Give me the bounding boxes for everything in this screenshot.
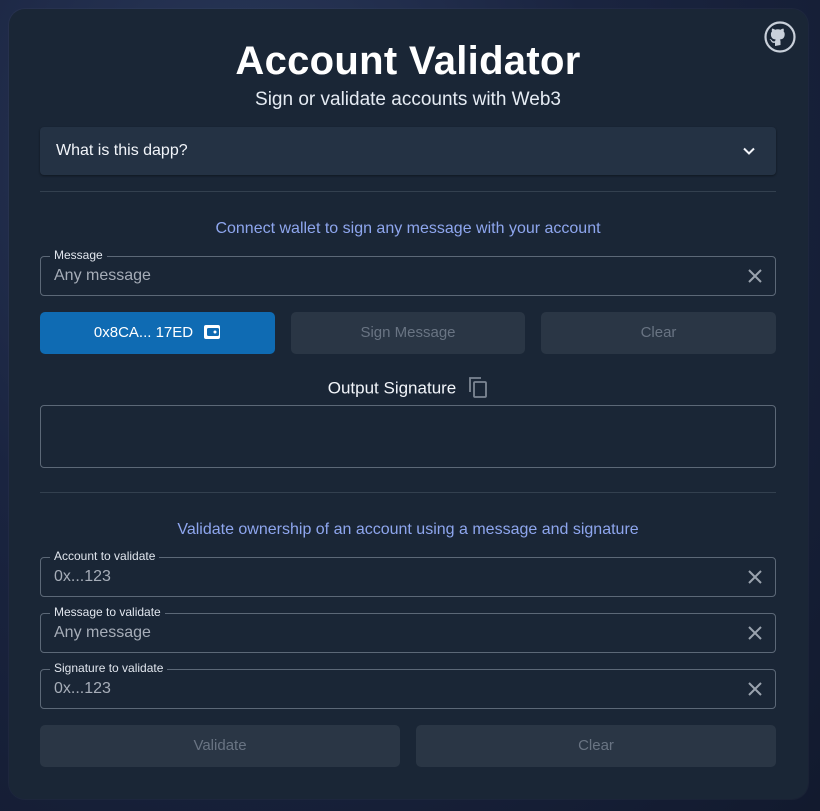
section-divider	[40, 492, 776, 493]
message-input[interactable]: Any message	[54, 267, 151, 285]
account-field[interactable]: Account to validate 0x...123	[40, 549, 776, 597]
output-signature-label: Output Signature	[327, 378, 457, 398]
faq-accordion[interactable]: What is this dapp?	[40, 127, 776, 175]
wallet-button[interactable]: 0x8CA... 17ED	[40, 312, 275, 354]
clear-icon[interactable]	[747, 268, 763, 284]
wallet-icon	[204, 325, 221, 340]
message-field-label: Message	[50, 248, 107, 262]
chevron-down-icon	[743, 147, 755, 155]
validate-message-field-label: Message to validate	[50, 605, 165, 619]
clear-icon[interactable]	[747, 681, 763, 697]
wallet-button-label: 0x8CA... 17ED	[93, 324, 194, 341]
validate-hint: Validate ownership of an account using a…	[177, 521, 639, 538]
validate-clear-button[interactable]: Clear	[416, 725, 776, 767]
clear-icon[interactable]	[747, 625, 763, 641]
account-input[interactable]: 0x...123	[54, 568, 111, 586]
clear-icon[interactable]	[747, 569, 763, 585]
output-signature-box[interactable]	[40, 405, 776, 468]
signature-field-label: Signature to validate	[50, 661, 168, 675]
sign-clear-button[interactable]: Clear	[541, 312, 776, 354]
page-title: Account Validator	[235, 39, 581, 83]
output-signature-heading: Output Signature	[0, 376, 816, 400]
signature-field[interactable]: Signature to validate 0x...123	[40, 661, 776, 709]
copy-icon[interactable]	[468, 376, 488, 398]
account-field-label: Account to validate	[50, 549, 160, 563]
message-field[interactable]: Message Any message	[40, 248, 776, 296]
sign-message-button[interactable]: Sign Message	[291, 312, 525, 354]
section-divider	[40, 191, 776, 192]
signature-input[interactable]: 0x...123	[54, 680, 111, 698]
validate-message-field[interactable]: Message to validate Any message	[40, 605, 776, 653]
faq-label: What is this dapp?	[56, 142, 188, 159]
validate-button[interactable]: Validate	[40, 725, 400, 767]
sign-hint: Connect wallet to sign any message with …	[215, 220, 601, 237]
validate-message-input[interactable]: Any message	[54, 624, 151, 642]
page-subtitle: Sign or validate accounts with Web3	[255, 89, 561, 110]
